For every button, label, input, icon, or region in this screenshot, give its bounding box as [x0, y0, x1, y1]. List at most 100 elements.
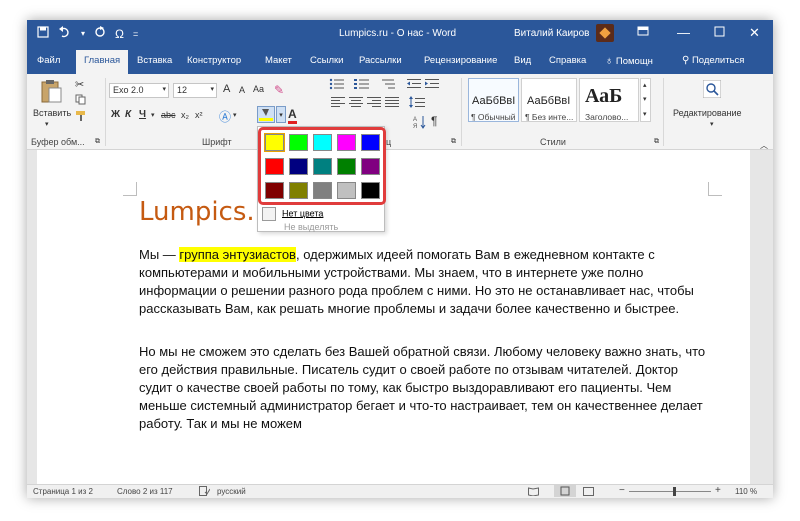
ribbon-display-icon[interactable]: [637, 25, 649, 40]
redo-icon[interactable]: [94, 26, 106, 41]
show-formatting-marks-icon[interactable]: ¶: [431, 114, 437, 128]
symbol-omega-button[interactable]: Ω: [115, 27, 124, 41]
highlight-color-swatch[interactable]: [289, 182, 308, 199]
copy-icon[interactable]: [75, 94, 86, 107]
tab-design[interactable]: Конструктор: [187, 55, 241, 66]
chevron-down-icon[interactable]: ▾: [81, 29, 85, 38]
text-effects-icon[interactable]: Ⓐ: [219, 108, 231, 125]
bullets-icon[interactable]: [329, 78, 345, 92]
chevron-down-icon[interactable]: ▾: [710, 120, 714, 128]
clear-formatting-icon[interactable]: ✎: [274, 83, 284, 97]
save-icon[interactable]: [37, 26, 49, 41]
sort-icon[interactable]: AЯ: [413, 115, 427, 131]
highlight-color-swatch[interactable]: [361, 182, 380, 199]
strikethrough-button[interactable]: abc: [161, 110, 176, 120]
customize-qat-icon[interactable]: =: [133, 29, 138, 39]
dialog-launcher-icon[interactable]: ⧉: [95, 138, 100, 146]
italic-button[interactable]: К: [125, 109, 131, 120]
chevron-down-icon[interactable]: ▾: [210, 85, 214, 93]
maximize-icon[interactable]: [714, 25, 725, 40]
underline-button[interactable]: Ч: [139, 109, 146, 120]
dialog-launcher-icon[interactable]: ⧉: [654, 138, 659, 146]
tell-me-search[interactable]: ♁ Помощн: [605, 55, 653, 67]
dialog-launcher-icon[interactable]: ⧉: [451, 138, 456, 146]
numbering-icon[interactable]: [354, 78, 370, 92]
undo-icon[interactable]: [58, 26, 72, 41]
highlight-color-swatch[interactable]: [337, 134, 356, 151]
chevron-down-icon[interactable]: ▾: [151, 111, 155, 119]
multilevel-list-icon[interactable]: [380, 78, 396, 92]
format-painter-icon[interactable]: [75, 110, 87, 124]
highlight-color-button[interactable]: [257, 106, 275, 123]
subscript-button[interactable]: x₂: [181, 110, 189, 120]
highlight-color-swatch[interactable]: [337, 182, 356, 199]
font-color-button[interactable]: A: [288, 107, 297, 124]
tab-references[interactable]: Ссылки: [310, 55, 343, 66]
chevron-down-icon[interactable]: ▾: [45, 120, 49, 128]
justify-icon[interactable]: [385, 96, 399, 110]
tab-layout[interactable]: Макет: [265, 55, 292, 66]
chevron-up-icon[interactable]: ▴: [643, 81, 647, 89]
tab-help[interactable]: Справка: [549, 55, 586, 66]
increase-indent-icon[interactable]: [425, 78, 439, 92]
tab-review[interactable]: Рецензирование: [424, 55, 497, 66]
highlight-color-swatch[interactable]: [361, 134, 380, 151]
cut-icon[interactable]: ✂: [75, 78, 84, 91]
paste-icon[interactable]: [39, 78, 63, 106]
shrink-font-button[interactable]: A: [239, 85, 245, 95]
read-mode-icon[interactable]: [528, 487, 539, 498]
document-page[interactable]: Lumpics.ru - О нас Мы — группа энтузиаст…: [37, 150, 750, 484]
tab-view[interactable]: Вид: [514, 55, 531, 66]
align-left-icon[interactable]: [331, 96, 345, 110]
tab-file[interactable]: Файл: [37, 55, 60, 66]
chevron-down-icon[interactable]: ▾: [276, 106, 286, 123]
line-spacing-icon[interactable]: [409, 96, 425, 110]
highlight-color-swatch[interactable]: [313, 134, 332, 151]
superscript-button[interactable]: x²: [195, 110, 203, 120]
zoom-slider[interactable]: [629, 491, 711, 492]
avatar[interactable]: [596, 24, 614, 42]
zoom-slider-thumb[interactable]: [673, 487, 676, 496]
decrease-indent-icon[interactable]: [407, 78, 421, 92]
language-indicator[interactable]: русский: [217, 487, 246, 496]
highlight-color-swatch[interactable]: [289, 158, 308, 175]
user-name[interactable]: Виталий Каиров: [514, 28, 589, 39]
tab-insert[interactable]: Вставка: [137, 55, 172, 66]
highlight-color-swatch[interactable]: [313, 158, 332, 175]
document-paragraph[interactable]: Мы — группа энтузиастов, одержимых идеей…: [139, 246, 709, 318]
minimize-icon[interactable]: —: [677, 25, 690, 40]
highlight-color-swatch[interactable]: [361, 158, 380, 175]
proofing-icon[interactable]: [199, 486, 211, 498]
style-normal[interactable]: АаБбВвI ¶ Обычный: [468, 78, 519, 122]
chevron-down-icon[interactable]: ▾: [643, 95, 647, 103]
word-count[interactable]: Слово 2 из 117: [117, 487, 173, 496]
zoom-out-button[interactable]: −: [619, 485, 625, 496]
chevron-down-icon[interactable]: ▾: [233, 111, 237, 119]
styles-scroll[interactable]: ▴ ▾ ▾: [640, 78, 651, 122]
stop-highlighting-item[interactable]: Не выделять: [284, 222, 338, 232]
align-center-icon[interactable]: [349, 96, 363, 110]
zoom-level[interactable]: 110 %: [735, 487, 757, 496]
font-name-field[interactable]: Exo 2.0 ▾: [109, 83, 169, 98]
zoom-in-button[interactable]: +: [715, 485, 721, 496]
change-case-button[interactable]: Aa: [253, 84, 264, 94]
highlight-color-swatch[interactable]: [337, 158, 356, 175]
more-styles-icon[interactable]: ▾: [643, 110, 647, 118]
editing-button[interactable]: Редактирование: [673, 108, 742, 118]
share-button[interactable]: ⚲ Поделиться: [682, 55, 744, 66]
highlight-color-swatch[interactable]: [264, 133, 285, 152]
highlight-color-swatch[interactable]: [289, 134, 308, 151]
align-right-icon[interactable]: [367, 96, 381, 110]
paste-button[interactable]: Вставить: [33, 108, 71, 118]
highlight-color-swatch[interactable]: [313, 182, 332, 199]
highlight-color-swatch[interactable]: [265, 182, 284, 199]
tab-mailings[interactable]: Рассылки: [359, 55, 402, 66]
highlight-color-swatch[interactable]: [265, 158, 284, 175]
bold-button[interactable]: Ж: [111, 109, 120, 120]
grow-font-button[interactable]: A: [223, 83, 230, 95]
close-icon[interactable]: ✕: [749, 25, 760, 41]
web-layout-icon[interactable]: [583, 487, 594, 498]
page-count[interactable]: Страница 1 из 2: [33, 487, 93, 496]
font-size-field[interactable]: 12 ▾: [173, 83, 217, 98]
no-color-item[interactable]: Нет цвета: [262, 207, 323, 221]
